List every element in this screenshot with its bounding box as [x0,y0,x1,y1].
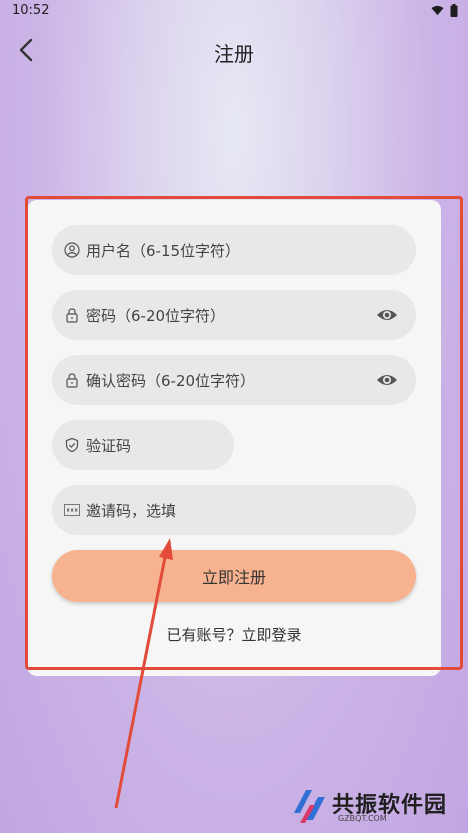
watermark: 共振软件园 GZBQT.COM [292,783,462,829]
annotation-arrow [114,538,173,809]
watermark-logo-icon [294,790,325,823]
watermark-domain: GZBQT.COM [338,814,387,823]
